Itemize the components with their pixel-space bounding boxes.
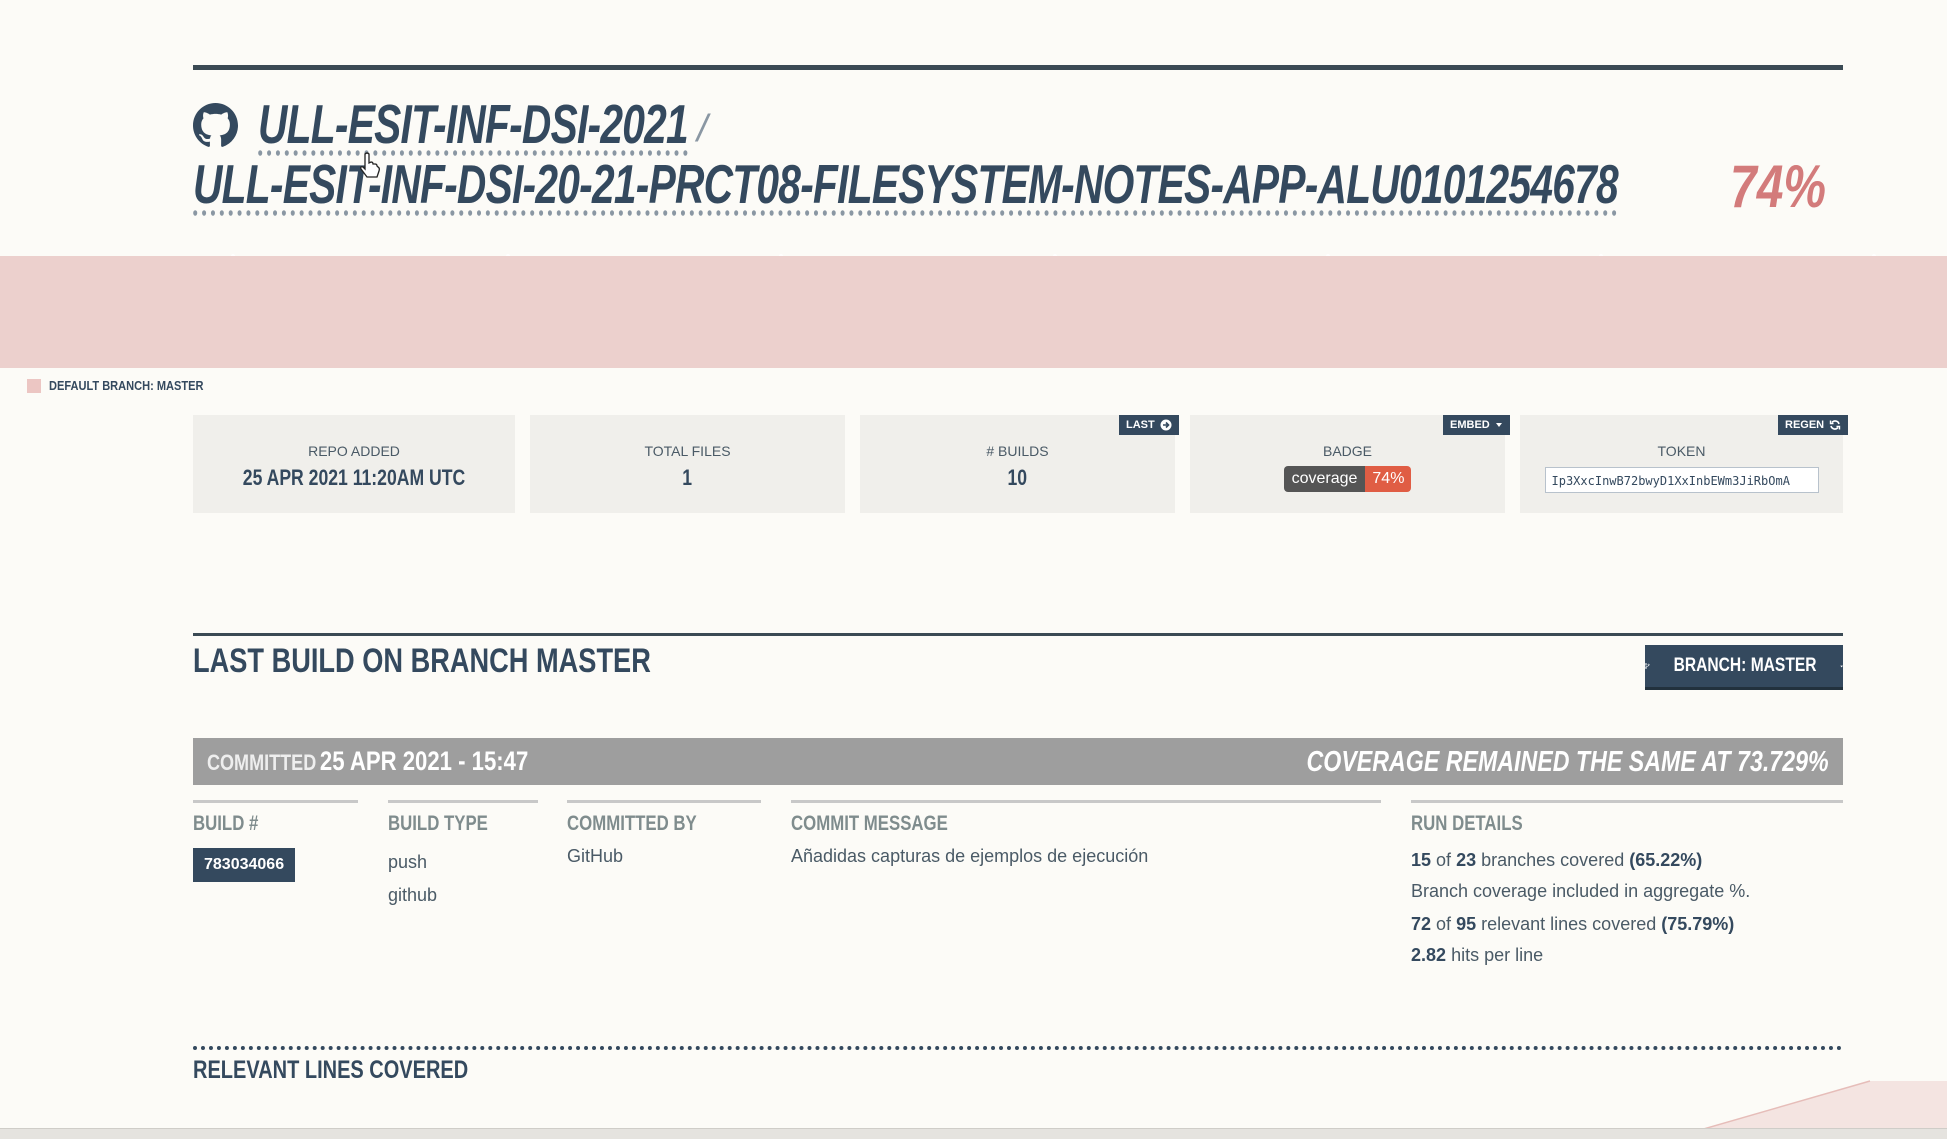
coverage-percent: 74% (1730, 153, 1827, 220)
aggregate-note: Branch coverage included in aggregate %. (1411, 881, 1751, 901)
lines-percent: (75.79%) (1661, 914, 1735, 934)
lines-total-count: 95 (1456, 914, 1477, 934)
lines-text: relevant lines covered (1481, 914, 1657, 934)
section-rule (193, 633, 1843, 636)
column-head: COMMITTED BY (567, 812, 697, 835)
column-head: BUILD # (193, 812, 259, 835)
commit-date: COMMITTED 25 APR 2021 - 15:47 (207, 746, 528, 777)
commit-bar: COMMITTED 25 APR 2021 - 15:47 COVERAGE R… (193, 738, 1843, 785)
hand-cursor-icon (360, 152, 380, 178)
stat-repo-added: REPO ADDED 25 APR 2021 11:20AM UTC (193, 415, 515, 513)
column-rule (567, 800, 761, 803)
legend-swatch (27, 378, 41, 393)
branches-covered-line: 15 of 23 branches covered (65.22%) (1411, 850, 1843, 871)
badge-right: 74% (1365, 466, 1412, 492)
of-text: of (1436, 850, 1452, 870)
repo-link[interactable]: ULL-ESIT-INF-DSI-20-21-PRCT08-FILESYSTEM… (193, 152, 1619, 216)
coverage-badge: coverage 74% (1283, 466, 1412, 492)
branch-select-button[interactable]: BRANCH: MASTER (1645, 645, 1843, 687)
regen-token-button[interactable]: REGEN (1778, 415, 1849, 435)
column-rule (1411, 800, 1843, 803)
build-type-column: BUILD TYPE push github (388, 800, 538, 906)
column-head: COMMIT MESSAGE (791, 812, 948, 835)
branch-label: BRANCH: MASTER (1673, 655, 1817, 676)
commit-message-column: COMMIT MESSAGE Añadidas capturas de ejem… (791, 800, 1381, 867)
build-number-column: BUILD # 783034066 (193, 800, 358, 882)
branches-covered-count: 15 (1411, 850, 1432, 870)
branches-percent: (65.22%) (1629, 850, 1703, 870)
git-branch-icon (1645, 663, 1650, 669)
hits-value: 2.82 (1411, 945, 1447, 965)
bottom-scroll-strip (0, 1128, 1947, 1139)
committed-by-column: COMMITTED BY GitHub (567, 800, 761, 867)
stat-value: 25 APR 2021 11:20AM UTC (242, 465, 466, 490)
token-field[interactable]: Ip3XxcInwB72bwyD1XxInbEWm3JiRbOmA (1544, 467, 1819, 493)
column-head: BUILD TYPE (388, 812, 488, 835)
column-head: RUN DETAILS (1411, 812, 1523, 835)
chart-corner-shape (1700, 1080, 1947, 1130)
embed-dropdown-button[interactable]: EMBED (1443, 415, 1510, 435)
run-details-column: RUN DETAILS 15 of 23 branches covered (6… (1411, 800, 1843, 966)
lines-covered-line: 72 of 95 relevant lines covered (75.79%) (1411, 914, 1843, 935)
regen-label: REGEN (1785, 419, 1825, 431)
badge-left: coverage (1283, 466, 1366, 492)
stat-total-files: TOTAL FILES 1 (530, 415, 845, 513)
last-build-label: LAST (1126, 419, 1155, 431)
path-separator: / (697, 108, 708, 150)
coverage-summary: COVERAGE REMAINED THE SAME AT 73.729% (1306, 746, 1829, 778)
hits-text: hits per line (1451, 945, 1544, 965)
stat-label: # BUILDS (986, 443, 1049, 459)
coverage-history-chart (0, 256, 1947, 368)
relevant-lines-title: RELEVANT LINES COVERED (193, 1056, 469, 1084)
caret-down-icon (1840, 665, 1843, 667)
column-rule (388, 800, 538, 803)
chart-legend: DEFAULT BRANCH: MASTER (27, 378, 231, 393)
stat-label: TOKEN (1657, 443, 1706, 459)
stat-value: 10 (1007, 465, 1028, 490)
committed-value: 25 APR 2021 - 15:47 (319, 746, 529, 776)
build-type-value: push (388, 852, 428, 872)
column-rule (791, 800, 1381, 803)
refresh-icon (1829, 420, 1841, 430)
embed-label: EMBED (1450, 419, 1490, 431)
org-link[interactable]: ULL-ESIT-INF-DSI-2021 (258, 92, 689, 156)
stat-label: BADGE (1322, 443, 1372, 459)
stat-label: TOTAL FILES (644, 443, 731, 459)
commit-message-value: Añadidas capturas de ejemplos de ejecuci… (791, 846, 1149, 866)
column-rule (193, 800, 358, 803)
committed-by-value: GitHub (567, 846, 624, 866)
relevant-lines-rule (193, 1046, 1843, 1050)
caret-down-icon (1495, 423, 1502, 427)
build-number-link[interactable]: 783034066 (193, 848, 296, 882)
build-service-value: github (388, 885, 438, 905)
github-icon (193, 103, 238, 147)
stat-label: REPO ADDED (308, 443, 400, 459)
branches-text: branches covered (1481, 850, 1625, 870)
hits-per-line: 2.82 hits per line (1411, 945, 1843, 966)
last-build-button[interactable]: LAST (1119, 415, 1179, 435)
arrow-right-circle-icon (1160, 419, 1172, 431)
committed-label: COMMITTED (207, 750, 317, 775)
last-build-title: LAST BUILD ON BRANCH MASTER (193, 642, 651, 680)
branches-total-count: 23 (1456, 850, 1477, 870)
header-top-rule (193, 65, 1843, 70)
legend-label: DEFAULT BRANCH: MASTER (49, 378, 204, 393)
of-text: of (1436, 914, 1452, 934)
stat-value: 1 (682, 465, 693, 490)
lines-covered-count: 72 (1411, 914, 1432, 934)
